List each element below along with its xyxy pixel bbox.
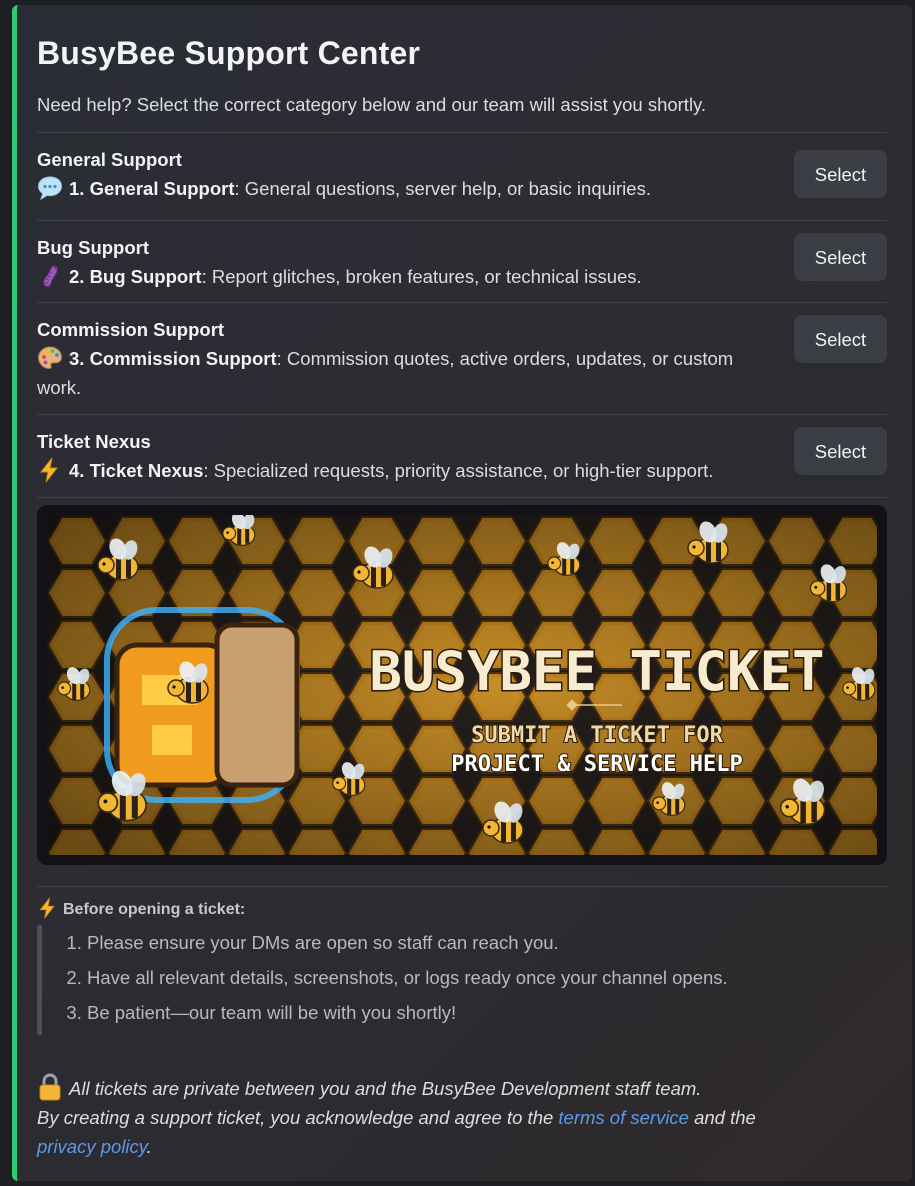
category-title: General Support (37, 149, 182, 170)
lightning-icon (39, 457, 59, 483)
category-number: 2. Bug Support (69, 266, 202, 287)
divider (37, 497, 887, 498)
bug-icon (43, 265, 58, 288)
category-description: 2. Bug Support: Report glitches, broken … (37, 262, 737, 291)
privacy-policy-link[interactable]: privacy policy (37, 1136, 147, 1157)
category-ticket-nexus: Ticket Nexus 4. Ticket Nexus: Specialize… (37, 427, 887, 485)
embed-subtitle: Need help? Select the correct category b… (37, 94, 707, 115)
footer-line2: By creating a support ticket, you acknow… (37, 1107, 559, 1128)
category-desc-text: : Report glitches, broken features, or t… (201, 266, 642, 287)
banner-image: BUSYBEE TICKET SUBMIT A TICKET FOR PROJE… (47, 515, 877, 855)
category-description: 3. Commission Support: Commission quotes… (37, 344, 737, 402)
select-ticket-nexus-button[interactable]: Select (794, 427, 887, 475)
category-title: Bug Support (37, 237, 150, 258)
category-title: Ticket Nexus (37, 431, 151, 452)
category-general-support: General Support 1. General Support: Gene… (37, 145, 887, 203)
list-item: Be patient—our team will be with you sho… (87, 995, 882, 1030)
footer-line2-mid: and the (688, 1107, 756, 1128)
before-opening-title: Before opening a ticket: (63, 901, 246, 918)
lock-icon (39, 1073, 61, 1101)
divider (37, 132, 887, 133)
footer-period: . (146, 1136, 152, 1157)
category-commission-support: Commission Support 3. Commission Support… (37, 315, 887, 402)
palette-icon (37, 346, 63, 370)
category-bug-support: Bug Support 2. Bug Support: Report glitc… (37, 233, 887, 291)
category-desc-text: : General questions, server help, or bas… (234, 178, 651, 199)
category-title: Commission Support (37, 319, 225, 340)
embed-title: BusyBee Support Center (37, 35, 421, 71)
divider (37, 302, 887, 303)
list-item: Please ensure your DMs are open so staff… (87, 925, 882, 960)
footer-line1: All tickets are private between you and … (69, 1078, 702, 1099)
category-number: 1. General Support (69, 178, 235, 199)
before-opening-list: Please ensure your DMs are open so staff… (37, 925, 882, 1035)
category-number: 3. Commission Support (69, 348, 277, 369)
divider (37, 220, 887, 221)
busybee-ticket-banner: BUSYBEE TICKET SUBMIT A TICKET FOR PROJE… (37, 505, 887, 865)
banner-line2: PROJECT & SERVICE HELP (451, 752, 742, 777)
terms-of-service-link[interactable]: terms of service (558, 1107, 689, 1128)
category-description: 1. General Support: General questions, s… (37, 174, 737, 203)
lightning-icon (39, 897, 55, 919)
select-commission-support-button[interactable]: Select (794, 315, 887, 363)
speech-bubble-icon (37, 176, 63, 201)
select-bug-support-button[interactable]: Select (794, 233, 887, 281)
category-desc-text: : Specialized requests, priority assista… (203, 460, 714, 481)
embed-footer: All tickets are private between you and … (37, 1073, 877, 1161)
banner-headline: BUSYBEE TICKET (369, 640, 824, 703)
banner-line1: SUBMIT A TICKET FOR (471, 723, 723, 748)
select-general-support-button[interactable]: Select (794, 150, 887, 198)
divider (37, 886, 887, 887)
divider (37, 414, 887, 415)
category-number: 4. Ticket Nexus (69, 460, 204, 481)
category-description: 4. Ticket Nexus: Specialized requests, p… (37, 456, 797, 485)
list-item: Have all relevant details, screenshots, … (87, 960, 882, 995)
before-opening-heading: Before opening a ticket: (37, 897, 245, 919)
support-embed: BusyBee Support Center Need help? Select… (12, 5, 912, 1181)
